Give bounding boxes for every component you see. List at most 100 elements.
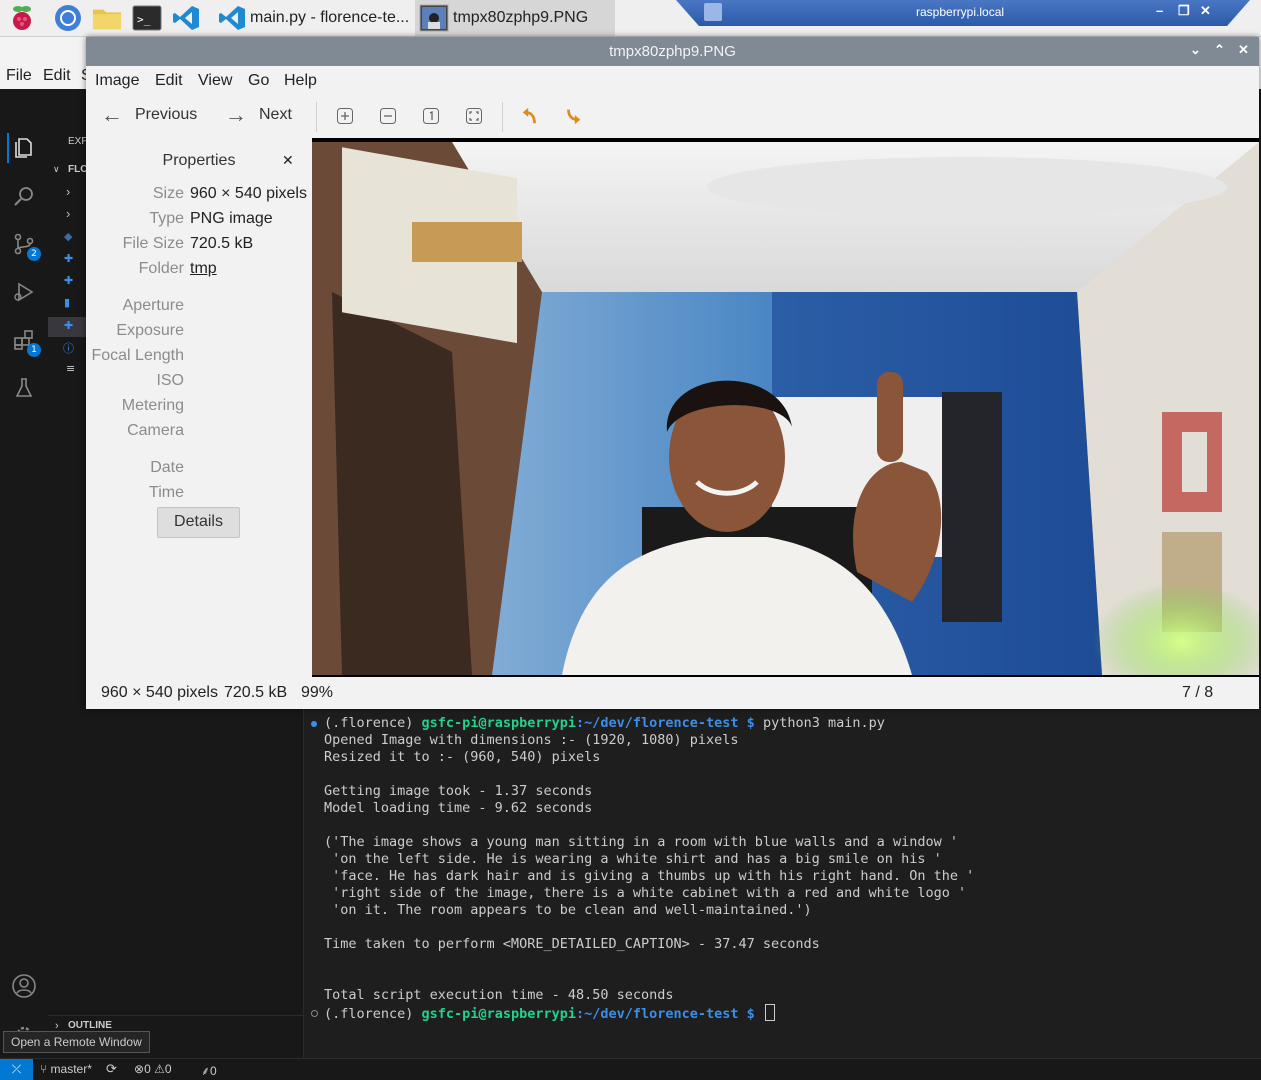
status-dimensions: 960 × 540 pixels	[101, 684, 218, 701]
selected-file-row[interactable]: ✚	[48, 317, 88, 337]
vscode-menu-edit[interactable]: Edit	[43, 67, 71, 85]
vscode-icon[interactable]	[171, 3, 201, 33]
viewer-titlebar: tmpx80zphp9.PNG ⌄ ⌃ ✕	[86, 37, 1259, 66]
chromium-icon[interactable]	[53, 3, 83, 33]
python-file-icon[interactable]: ✚	[64, 274, 73, 287]
git-branch-icon: ⑂	[40, 1062, 48, 1076]
file-manager-icon[interactable]	[92, 3, 122, 33]
task-label: tmpx80zphp9.PNG	[453, 9, 589, 26]
image-thumbnail-icon	[419, 4, 449, 32]
command-success-dot-icon[interactable]	[311, 721, 317, 727]
displayed-photo	[312, 142, 1259, 675]
branch-name: master*	[50, 1062, 92, 1076]
terminal-cursor[interactable]	[764, 1004, 775, 1021]
remote-window-tooltip: Open a Remote Window	[3, 1031, 150, 1053]
toolbar-separator	[316, 102, 317, 132]
chevron-down-icon[interactable]: ∨	[53, 164, 60, 175]
taskbar-task-main-py[interactable]: main.py - florence-te...	[214, 0, 412, 36]
next-button[interactable]: → Next	[225, 104, 292, 126]
error-count: 0	[144, 1062, 151, 1076]
property-value: 960 × 540 pixels	[190, 185, 307, 202]
close-icon[interactable]: ✕	[1200, 3, 1211, 19]
properties-pane: Properties ✕ Size 960 × 540 pixels Type PN…	[86, 138, 312, 677]
prompt-user-host: gsfc-pi@raspberrypi	[421, 1006, 576, 1022]
property-metering: Metering	[86, 397, 312, 419]
text-file-icon[interactable]: ▮	[64, 296, 70, 309]
rotate-right-icon[interactable]	[563, 106, 583, 126]
restore-icon[interactable]: ❐	[1178, 3, 1190, 19]
raspberry-pi-menu-icon[interactable]	[7, 3, 37, 33]
details-button[interactable]: Details	[157, 507, 240, 538]
file-icon[interactable]: ◆	[64, 230, 72, 243]
previous-button[interactable]: ← Previous	[101, 104, 197, 126]
folder-root-label[interactable]: FLO	[68, 164, 88, 175]
vscode-menu-file[interactable]: File	[6, 67, 32, 85]
zoom-normal-icon[interactable]	[421, 106, 441, 126]
taskbar-task-image-viewer[interactable]: tmpx80zphp9.PNG	[415, 0, 615, 36]
activity-bar: 2 1	[0, 121, 49, 1058]
menu-image[interactable]: Image	[95, 72, 139, 90]
property-label: Type	[149, 210, 184, 227]
extensions-icon[interactable]: 1	[9, 325, 41, 357]
remote-indicator-icon[interactable]: ⤫	[0, 1059, 33, 1080]
divider	[48, 1015, 303, 1016]
sync-icon[interactable]: ⟳	[106, 1061, 117, 1077]
python-file-icon: ✚	[64, 319, 74, 332]
menu-view[interactable]: View	[198, 72, 232, 90]
image-display-area[interactable]	[312, 138, 1259, 677]
pin-icon[interactable]	[704, 3, 722, 21]
warning-icon: ⚠	[154, 1062, 165, 1076]
close-icon[interactable]: ✕	[1238, 42, 1249, 58]
terminal-output-line: 'face. He has dark hair and is giving a …	[324, 868, 975, 884]
command-pending-dot-icon[interactable]	[311, 1010, 318, 1017]
source-control-badge: 2	[27, 247, 41, 261]
close-icon[interactable]: ✕	[282, 152, 294, 169]
rotate-left-icon[interactable]	[520, 106, 540, 126]
property-label: Folder	[138, 260, 184, 277]
testing-flask-icon[interactable]	[9, 373, 39, 403]
run-debug-icon[interactable]	[9, 277, 39, 307]
terminal-output-line: Model loading time - 9.62 seconds	[324, 800, 593, 816]
zoom-in-icon[interactable]	[335, 106, 355, 126]
property-focal-length: Focal Length	[86, 347, 312, 369]
terminal-icon[interactable]: >_	[132, 3, 162, 33]
task-label: main.py - florence-te...	[250, 9, 410, 26]
zoom-out-icon[interactable]	[378, 106, 398, 126]
list-icon[interactable]: ≡	[66, 362, 75, 375]
property-label: Metering	[121, 397, 184, 414]
chevron-right-icon[interactable]: ›	[66, 184, 70, 199]
problems-indicator[interactable]: ⊗0 ⚠0	[134, 1062, 172, 1076]
chevron-right-icon[interactable]: ›	[66, 206, 70, 221]
branch-indicator[interactable]: ⑂ master*	[40, 1062, 92, 1076]
menu-go[interactable]: Go	[248, 72, 269, 90]
minimize-icon[interactable]: –	[1156, 3, 1163, 18]
ports-indicator[interactable]: ⸙0	[201, 1062, 217, 1079]
error-icon: ⊗	[134, 1062, 145, 1076]
menu-edit[interactable]: Edit	[155, 72, 183, 90]
terminal-panel[interactable]: (.florence) gsfc-pi@raspberrypi:~/dev/fl…	[304, 710, 1261, 1058]
explorer-icon[interactable]	[7, 133, 39, 163]
python-file-icon[interactable]: ✚	[64, 252, 73, 265]
terminal-prompt-line: (.florence) gsfc-pi@raspberrypi:~/dev/fl…	[324, 715, 885, 732]
next-label: Next	[259, 106, 292, 123]
chevron-down-icon[interactable]: ⌄	[1190, 42, 1201, 58]
prompt-path: :~/dev/florence-test	[575, 715, 739, 731]
folder-link[interactable]: tmp	[190, 260, 217, 278]
status-image-position: 7 / 8	[1182, 684, 1214, 701]
zoom-fit-icon[interactable]	[464, 106, 484, 126]
search-icon[interactable]	[9, 181, 39, 211]
source-control-icon[interactable]: 2	[9, 229, 41, 261]
status-file-size: 720.5 kB	[224, 684, 288, 701]
terminal-output-line: Time taken to perform <MORE_DETAILED_CAP…	[324, 936, 820, 952]
outline-section-header[interactable]: OUTLINE	[68, 1020, 112, 1031]
terminal-output-line: Opened Image with dimensions :- (1920, 1…	[324, 732, 739, 748]
property-label: Focal Length	[91, 347, 184, 364]
warning-count: 0	[164, 1062, 172, 1076]
account-icon[interactable]	[9, 971, 39, 1001]
property-camera: Camera	[86, 422, 312, 444]
property-label: File Size	[122, 235, 184, 252]
menu-help[interactable]: Help	[284, 72, 317, 90]
info-icon[interactable]: ⓘ	[63, 340, 74, 356]
terminal-output-line: Total script execution time - 48.50 seco…	[324, 987, 674, 1003]
chevron-up-icon[interactable]: ⌃	[1214, 42, 1225, 58]
